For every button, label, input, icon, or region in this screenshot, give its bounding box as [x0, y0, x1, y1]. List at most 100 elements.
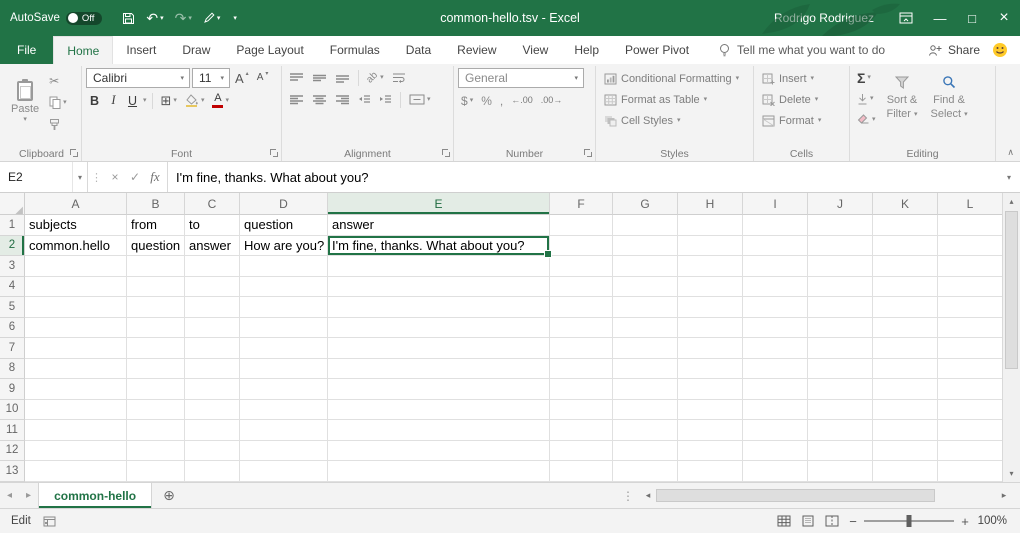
cell-A12[interactable] [25, 441, 127, 462]
column-header-D[interactable]: D [240, 193, 328, 215]
cell-styles-button[interactable]: Cell Styles ▾ [600, 110, 749, 131]
accounting-format-button[interactable]: $▾ [458, 91, 476, 110]
column-header-C[interactable]: C [185, 193, 240, 215]
column-header-G[interactable]: G [613, 193, 678, 215]
formula-bar-handle[interactable]: ⋮ [88, 162, 105, 192]
cell-C9[interactable] [185, 379, 240, 400]
cell-G1[interactable] [613, 215, 678, 236]
row-header-3[interactable]: 3 [0, 256, 25, 277]
cell-I10[interactable] [743, 400, 808, 421]
paste-button[interactable]: Paste ▾ [6, 77, 44, 126]
tab-formulas[interactable]: Formulas [317, 36, 393, 64]
sheet-nav-left-button[interactable]: ◂ [0, 483, 19, 508]
column-header-I[interactable]: I [743, 193, 808, 215]
alignment-dialog-launcher[interactable] [441, 148, 451, 158]
cell-L5[interactable] [938, 297, 1002, 318]
cell-C5[interactable] [185, 297, 240, 318]
cell-G9[interactable] [613, 379, 678, 400]
cell-A7[interactable] [25, 338, 127, 359]
cell-A10[interactable] [25, 400, 127, 421]
cell-K12[interactable] [873, 441, 938, 462]
cell-F9[interactable] [550, 379, 613, 400]
cell-J10[interactable] [808, 400, 873, 421]
insert-function-button[interactable]: fx [145, 169, 165, 185]
format-cells-button[interactable]: Format ▾ [758, 110, 845, 131]
bold-button[interactable]: B [86, 92, 103, 110]
cell-C4[interactable] [185, 277, 240, 298]
cell-A9[interactable] [25, 379, 127, 400]
tab-review[interactable]: Review [444, 36, 509, 64]
cell-K6[interactable] [873, 318, 938, 339]
cell-L2[interactable] [938, 236, 1002, 257]
align-right-button[interactable] [332, 90, 353, 109]
cell-H1[interactable] [678, 215, 743, 236]
cell-A6[interactable] [25, 318, 127, 339]
cell-D11[interactable] [240, 420, 328, 441]
cell-B10[interactable] [127, 400, 185, 421]
cell-D7[interactable] [240, 338, 328, 359]
macro-record-button[interactable] [43, 516, 56, 527]
close-button[interactable]: × [988, 0, 1020, 36]
cell-L9[interactable] [938, 379, 1002, 400]
borders-button[interactable]: ⊞▾ [158, 91, 180, 110]
cell-H3[interactable] [678, 256, 743, 277]
cell-D13[interactable] [240, 461, 328, 482]
cell-K2[interactable] [873, 236, 938, 257]
cell-B1[interactable]: from [127, 215, 185, 236]
cell-J7[interactable] [808, 338, 873, 359]
cell-H11[interactable] [678, 420, 743, 441]
cell-G2[interactable] [613, 236, 678, 257]
cell-E1[interactable]: answer [328, 215, 550, 236]
sheet-tab-common-hello[interactable]: common-hello [38, 483, 152, 508]
zoom-out-button[interactable]: − [844, 514, 862, 529]
merge-center-button[interactable]: ▾ [406, 90, 434, 109]
fill-color-button[interactable]: ▾ [182, 91, 208, 110]
page-break-view-button[interactable] [820, 509, 844, 533]
cell-G5[interactable] [613, 297, 678, 318]
cell-H8[interactable] [678, 359, 743, 380]
user-name[interactable]: Rodrigo Rodriguez [774, 11, 874, 25]
cell-B3[interactable] [127, 256, 185, 277]
cell-D9[interactable] [240, 379, 328, 400]
row-header-2[interactable]: 2 [0, 236, 25, 257]
cell-B8[interactable] [127, 359, 185, 380]
delete-cells-button[interactable]: Delete ▾ [758, 89, 845, 110]
cell-K5[interactable] [873, 297, 938, 318]
cell-I11[interactable] [743, 420, 808, 441]
cell-A5[interactable] [25, 297, 127, 318]
cell-J2[interactable] [808, 236, 873, 257]
cell-G4[interactable] [613, 277, 678, 298]
cell-E6[interactable] [328, 318, 550, 339]
sort-filter-button[interactable]: Sort & Filter▾ [882, 68, 923, 129]
cell-D8[interactable] [240, 359, 328, 380]
tab-view[interactable]: View [510, 36, 562, 64]
cell-F7[interactable] [550, 338, 613, 359]
column-header-H[interactable]: H [678, 193, 743, 215]
align-top-button[interactable] [286, 68, 307, 87]
cell-L12[interactable] [938, 441, 1002, 462]
cell-J1[interactable] [808, 215, 873, 236]
row-header-13[interactable]: 13 [0, 461, 25, 482]
customize-qat-button[interactable]: ▾ [227, 13, 241, 24]
cell-F4[interactable] [550, 277, 613, 298]
cell-B13[interactable] [127, 461, 185, 482]
page-layout-view-button[interactable] [796, 509, 820, 533]
cell-J9[interactable] [808, 379, 873, 400]
cell-G3[interactable] [613, 256, 678, 277]
cut-button[interactable]: ✂ [46, 71, 70, 90]
cell-D10[interactable] [240, 400, 328, 421]
name-box-caret-icon[interactable]: ▾ [72, 162, 87, 192]
cell-I7[interactable] [743, 338, 808, 359]
align-left-button[interactable] [286, 90, 307, 109]
cell-J8[interactable] [808, 359, 873, 380]
ribbon-display-options-button[interactable] [888, 0, 924, 36]
cell-D12[interactable] [240, 441, 328, 462]
zoom-slider-thumb[interactable] [907, 515, 912, 527]
cell-C1[interactable]: to [185, 215, 240, 236]
cell-H7[interactable] [678, 338, 743, 359]
cell-G12[interactable] [613, 441, 678, 462]
cell-J12[interactable] [808, 441, 873, 462]
cell-J6[interactable] [808, 318, 873, 339]
cell-C13[interactable] [185, 461, 240, 482]
cell-E8[interactable] [328, 359, 550, 380]
